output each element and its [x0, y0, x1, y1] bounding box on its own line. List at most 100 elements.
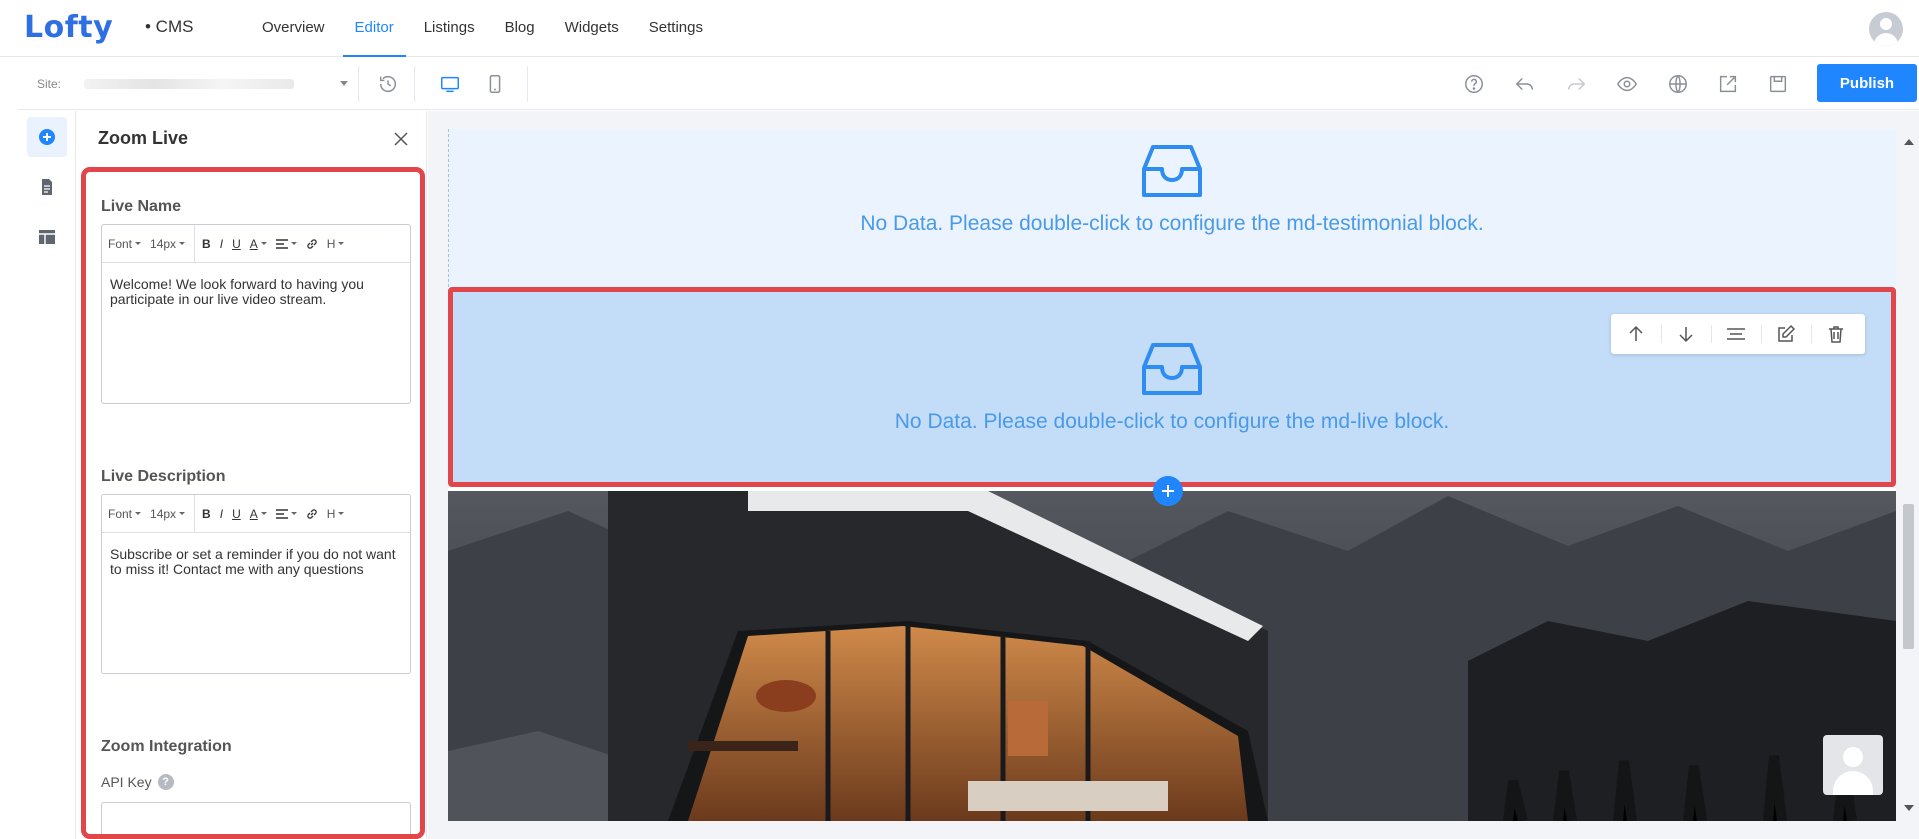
heading-dropdown[interactable]: H: [327, 507, 345, 521]
nav-tab-blog[interactable]: Blog: [493, 0, 547, 57]
move-up-icon: [1629, 325, 1643, 341]
bold-button[interactable]: B: [202, 507, 211, 521]
zoom-integration-label: Zoom Integration: [101, 738, 232, 755]
api-key-label: API Key ?: [101, 774, 174, 790]
add-icon: [39, 129, 55, 145]
panel-title: Zoom Live: [98, 128, 189, 148]
live-block[interactable]: No Data. Please double-click to configur…: [448, 287, 1896, 487]
underline-button[interactable]: U: [232, 507, 241, 521]
nav-tab-widgets[interactable]: Widgets: [553, 0, 631, 57]
move-down-icon: [1679, 327, 1693, 343]
inbox-icon: [1142, 343, 1202, 395]
block-toolbar: [1611, 314, 1865, 354]
save-icon[interactable]: [1764, 70, 1792, 98]
rich-text-toolbar: Font 14px B I U A H: [102, 494, 410, 533]
history-icon[interactable]: [374, 70, 402, 98]
preview-icon[interactable]: [1613, 70, 1641, 98]
settings-form: Live Name Font 14px B I U A H Welcome! W…: [81, 167, 425, 839]
scrollbar-thumb[interactable]: [1903, 504, 1914, 649]
undo-icon[interactable]: [1511, 70, 1539, 98]
text-color-dropdown[interactable]: A: [250, 507, 267, 521]
align-left-icon: [275, 238, 288, 249]
align-button[interactable]: [1711, 314, 1761, 354]
globe-icon[interactable]: [1664, 70, 1692, 98]
product-name: • CMS: [145, 17, 194, 36]
redo-icon[interactable]: [1562, 70, 1590, 98]
mountain-house-image: [448, 491, 1896, 821]
editor-toolbar: Site: Publish: [18, 58, 1919, 110]
site-name-redacted: [84, 79, 294, 89]
site-label: Site:: [37, 77, 62, 91]
export-icon[interactable]: [1714, 70, 1742, 98]
testimonial-block[interactable]: No Data. Please double-click to configur…: [448, 129, 1896, 287]
underline-button[interactable]: U: [232, 237, 241, 251]
move-down-button[interactable]: [1661, 314, 1711, 354]
block-settings-panel: Zoom Live Live Name Font 14px B I U A H …: [77, 111, 427, 839]
canvas-area: No Data. Please double-click to configur…: [428, 111, 1919, 839]
live-description-text[interactable]: Subscribe or set a reminder if you do no…: [102, 533, 410, 577]
italic-button[interactable]: I: [220, 237, 223, 251]
lofty-logo[interactable]: Lofty: [24, 10, 113, 45]
rail-pages-button[interactable]: [27, 167, 67, 207]
rail-layout-button[interactable]: [27, 217, 67, 257]
chat-avatar[interactable]: [1823, 735, 1883, 795]
user-avatar[interactable]: [1869, 12, 1903, 46]
font-dropdown[interactable]: Font: [108, 507, 142, 521]
canvas-scrollbar[interactable]: [1898, 129, 1919, 821]
edit-button[interactable]: [1761, 314, 1811, 354]
api-key-input[interactable]: [101, 802, 411, 834]
scroll-down-arrow[interactable]: [1904, 805, 1914, 811]
toolbar-divider: [527, 66, 528, 102]
main-nav: Overview Editor Listings Blog Widgets Se…: [250, 0, 721, 57]
nav-tab-overview[interactable]: Overview: [250, 0, 337, 57]
live-description-editor: Font 14px B I U A H Subscribe or set a r…: [101, 494, 411, 674]
rail-add-button[interactable]: [27, 117, 67, 157]
help-icon[interactable]: [1460, 70, 1488, 98]
toolbar-divider: [414, 66, 415, 102]
layout-icon: [39, 230, 55, 244]
scroll-up-arrow[interactable]: [1904, 139, 1914, 145]
empty-block-message: No Data. Please double-click to configur…: [860, 212, 1484, 235]
nav-tab-listings[interactable]: Listings: [412, 0, 487, 57]
help-icon[interactable]: ?: [157, 774, 174, 790]
site-select[interactable]: [68, 71, 358, 97]
align-dropdown[interactable]: [275, 508, 297, 519]
move-up-button[interactable]: [1611, 314, 1661, 354]
empty-block-message: No Data. Please double-click to configur…: [894, 410, 1450, 433]
live-description-label: Live Description: [101, 468, 226, 485]
left-rail: [18, 111, 76, 839]
live-name-text[interactable]: Welcome! We look forward to having you p…: [102, 263, 410, 307]
align-dropdown[interactable]: [275, 238, 297, 249]
heading-dropdown[interactable]: H: [327, 237, 345, 251]
desktop-icon[interactable]: [436, 70, 464, 98]
font-dropdown[interactable]: Font: [108, 237, 142, 251]
link-button[interactable]: [306, 238, 318, 250]
page-canvas: No Data. Please double-click to configur…: [448, 129, 1896, 821]
live-name-label: Live Name: [101, 198, 182, 215]
hero-image-block[interactable]: [448, 491, 1896, 821]
add-block-button[interactable]: [1153, 476, 1183, 506]
edit-icon: [1778, 324, 1796, 342]
italic-button[interactable]: I: [220, 507, 223, 521]
close-icon[interactable]: [390, 128, 412, 150]
delete-icon: [1829, 326, 1843, 343]
rich-text-toolbar: Font 14px B I U A H: [102, 224, 410, 263]
bold-button[interactable]: B: [202, 237, 211, 251]
toolbar-divider: [358, 66, 359, 102]
font-size-dropdown[interactable]: 14px: [150, 507, 186, 521]
publish-button[interactable]: Publish: [1817, 64, 1917, 102]
add-icon: [1162, 485, 1174, 497]
top-navigation: Lofty • CMS Overview Editor Listings Blo…: [0, 0, 1919, 57]
link-icon: [307, 238, 317, 249]
delete-button[interactable]: [1811, 314, 1861, 354]
link-icon: [307, 508, 317, 519]
font-size-dropdown[interactable]: 14px: [150, 237, 186, 251]
mobile-icon[interactable]: [481, 70, 509, 98]
nav-tab-settings[interactable]: Settings: [637, 0, 715, 57]
nav-tab-editor[interactable]: Editor: [342, 0, 406, 57]
link-button[interactable]: [306, 508, 318, 520]
inbox-icon: [1142, 145, 1202, 197]
align-icon: [1727, 328, 1745, 340]
text-color-dropdown[interactable]: A: [250, 237, 267, 251]
align-left-icon: [275, 508, 288, 519]
